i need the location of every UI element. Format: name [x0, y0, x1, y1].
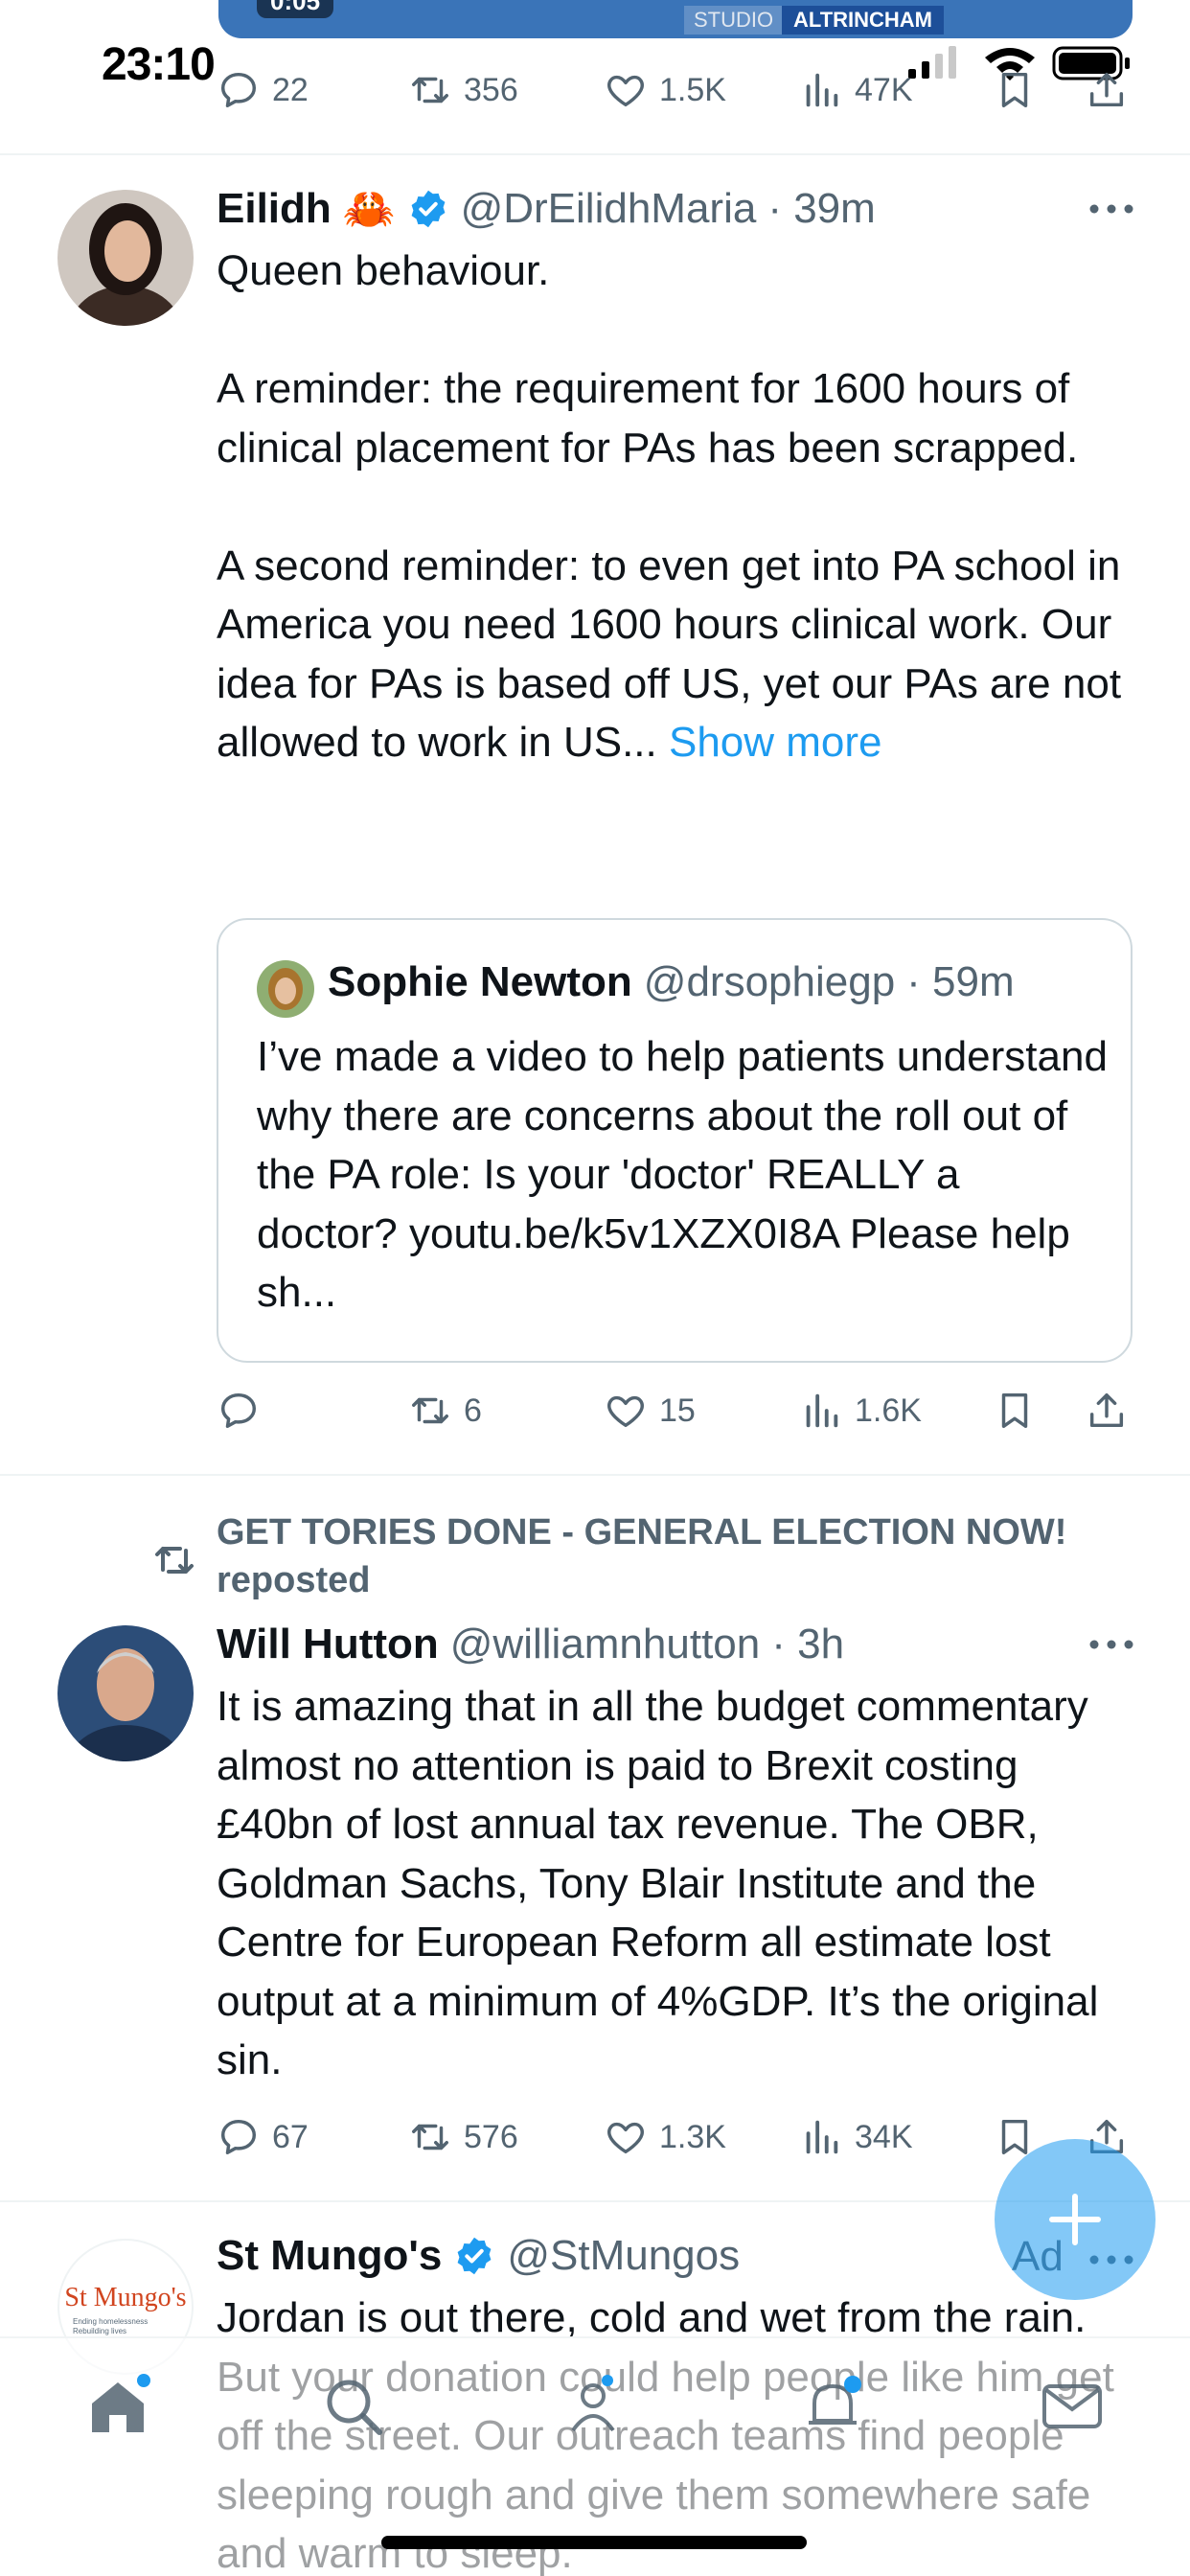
- user-handle[interactable]: @DrEilidhMaria: [461, 185, 757, 233]
- share-icon: [1089, 1392, 1124, 1428]
- reply-icon: [220, 1392, 257, 1429]
- tweet-divider: [0, 153, 1190, 155]
- verified-badge-icon: [457, 2237, 492, 2275]
- show-more-link[interactable]: Show more: [669, 719, 882, 766]
- like-count: 1.5K: [659, 71, 726, 108]
- tweet-text: Queen behaviour. A reminder: the require…: [217, 242, 1136, 772]
- tweet-time: · 3h: [771, 1621, 845, 1668]
- reply-button[interactable]: 22: [217, 61, 309, 119]
- repost-count: 6: [464, 1392, 482, 1429]
- name-emoji: 🦀: [342, 186, 396, 233]
- repost-icon: [412, 1397, 448, 1424]
- repost-icon: [155, 1547, 194, 1574]
- avatar-logo-tagline: Ending homelessness Rebuilding lives: [73, 2317, 149, 2335]
- repost-button[interactable]: 356: [408, 61, 518, 119]
- views-icon: [806, 2120, 838, 2154]
- more-icon[interactable]: [1083, 1635, 1140, 1654]
- repost-button[interactable]: 576: [408, 2108, 518, 2166]
- like-count: 1.3K: [659, 2118, 726, 2155]
- search-icon[interactable]: [320, 2373, 387, 2440]
- avatar-sophie: [257, 960, 314, 1018]
- tweet-text: It is amazing that in all the budget com…: [217, 1683, 1112, 2083]
- bookmark-icon: [1001, 1392, 1028, 1429]
- video-caption-location: ALTRINCHAM: [782, 6, 945, 34]
- reply-button[interactable]: [217, 1382, 272, 1439]
- tweet-header: Eilidh 🦀 @DrEilidhMaria · 39m: [217, 180, 876, 238]
- like-icon: [607, 1395, 644, 1428]
- display-name[interactable]: Eilidh: [217, 185, 332, 233]
- quoted-tweet-header: Sophie Newton @drsophiegp · 59m: [328, 958, 1015, 1006]
- tweet-actions: 67 576 1.3K 34K: [217, 2108, 1136, 2166]
- like-icon: [607, 2122, 644, 2154]
- user-handle[interactable]: @StMungos: [507, 2232, 740, 2280]
- avatar-logo-text: St Mungo's: [64, 2283, 187, 2312]
- views-count: 34K: [855, 2118, 913, 2155]
- user-handle[interactable]: @williamnhutton: [450, 1621, 760, 1668]
- more-icon[interactable]: [1083, 199, 1140, 218]
- repost-count: 576: [464, 2118, 518, 2155]
- share-icon: [1089, 72, 1124, 107]
- tweet-actions: 22 356 1.5K 47K: [217, 61, 1136, 119]
- display-name[interactable]: St Mungo's: [217, 2232, 442, 2280]
- repost-label[interactable]: GET TORIES DONE - GENERAL ELECTION NOW! …: [217, 1508, 1079, 1604]
- tweet-actions: 6 15 1.6K: [217, 1382, 1136, 1439]
- compose-button[interactable]: [995, 2139, 1156, 2300]
- views-icon: [806, 1393, 838, 1428]
- display-name[interactable]: Will Hutton: [217, 1621, 439, 1668]
- like-button[interactable]: 15: [604, 1382, 696, 1439]
- quoted-tweet[interactable]: Sophie Newton @drsophiegp · 59m I’ve mad…: [217, 918, 1133, 1363]
- communities-icon[interactable]: [560, 2373, 627, 2440]
- reply-icon: [220, 72, 257, 108]
- like-button[interactable]: 1.5K: [604, 61, 726, 119]
- views-button[interactable]: 47K: [799, 61, 913, 119]
- avatar-will-hutton: [57, 1625, 194, 1761]
- home-icon[interactable]: [84, 2373, 151, 2440]
- like-button[interactable]: 1.3K: [604, 2108, 726, 2166]
- views-button[interactable]: 34K: [799, 2108, 913, 2166]
- views-count: 1.6K: [855, 1392, 922, 1429]
- tweet-header: Will Hutton @williamnhutton · 3h: [217, 1616, 844, 1673]
- bookmark-button[interactable]: [993, 1382, 1037, 1439]
- user-handle: @drsophiegp: [643, 958, 896, 1005]
- previous-tweet-video[interactable]: 0:05 STUDIO ALTRINCHAM: [218, 0, 1133, 38]
- video-caption-studio: STUDIO: [684, 6, 784, 34]
- video-time-label: 0:05: [257, 0, 334, 18]
- share-button[interactable]: [1085, 1382, 1129, 1439]
- avatar[interactable]: [57, 1625, 194, 1761]
- compose-icon: [1049, 2194, 1101, 2245]
- avatar[interactable]: [57, 190, 194, 326]
- like-count: 15: [659, 1392, 696, 1429]
- tweet-header: St Mungo's @StMungos: [217, 2227, 740, 2285]
- avatar-eilidh: [57, 190, 194, 326]
- messages-icon[interactable]: [1039, 2373, 1106, 2440]
- tweet-divider: [0, 1474, 1190, 1476]
- tweet-time: · 39m: [767, 185, 876, 232]
- bookmark-icon: [1001, 72, 1028, 108]
- reply-count: 22: [272, 71, 309, 108]
- avatar: [257, 960, 314, 1018]
- reply-count: 67: [272, 2118, 309, 2155]
- share-button[interactable]: [1085, 61, 1129, 119]
- bookmark-button[interactable]: [993, 61, 1037, 119]
- reply-icon: [220, 2119, 257, 2155]
- display-name: Sophie Newton: [328, 958, 632, 1005]
- quoted-tweet-text: I’ve made a video to help patients under…: [257, 1033, 1108, 1316]
- tweet-body: Queen behaviour. A reminder: the require…: [217, 247, 1122, 766]
- views-count: 47K: [855, 71, 913, 108]
- notifications-icon[interactable]: [799, 2373, 866, 2440]
- reply-button[interactable]: 67: [217, 2108, 309, 2166]
- repost-icon: [412, 2124, 448, 2150]
- repost-count: 356: [464, 71, 518, 108]
- views-button[interactable]: 1.6K: [799, 1382, 922, 1439]
- verified-badge-icon: [411, 190, 445, 228]
- home-indicator[interactable]: [381, 2536, 807, 2549]
- repost-button[interactable]: 6: [408, 1382, 482, 1439]
- views-icon: [806, 73, 838, 107]
- tweet-time: · 59m: [906, 958, 1015, 1005]
- like-icon: [607, 75, 644, 107]
- status-bar-time: 23:10: [102, 39, 216, 90]
- repost-icon: [412, 77, 448, 104]
